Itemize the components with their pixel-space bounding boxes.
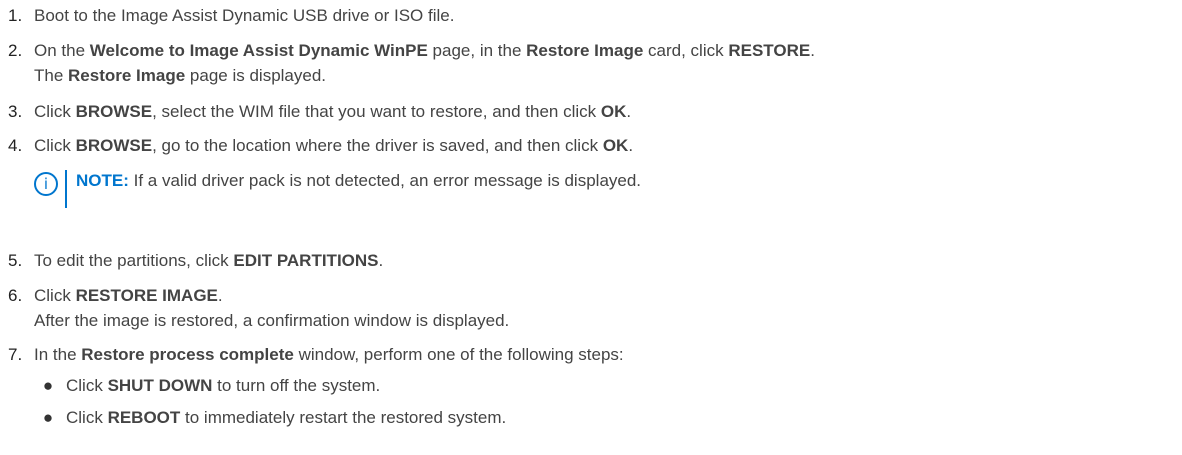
step-text: Boot to the Image Assist Dynamic USB dri… [34,4,1174,27]
step-text-segment: Click [34,286,76,305]
step-result: The Restore Image page is displayed. [34,64,1174,87]
ui-term: BROWSE [75,136,153,155]
note-body: If a valid driver pack is not detected, … [128,171,642,190]
ui-term: OK [602,136,629,155]
step-text: To edit the partitions, click EDIT PARTI… [34,249,1174,272]
step-text-segment: card, click [643,41,729,60]
bullet-text: Click SHUT DOWN to turn off the system. [66,376,380,396]
step-text-segment: . [626,102,632,121]
step-text-segment: window, perform one of the following ste… [293,345,624,364]
note-callout: i NOTE: If a valid driver pack is not de… [34,170,934,210]
step-text-segment: , go to the location where the driver is… [152,136,603,155]
step-number: 2. [8,41,23,60]
note-divider [65,170,67,208]
step-text-segment: . [628,136,634,155]
step-text: On the Welcome to Image Assist Dynamic W… [34,39,1174,87]
step-text: In the Restore process complete window, … [34,343,1174,366]
step-text-segment: Click [34,136,76,155]
ui-term: Restore Image [68,66,186,85]
note-text: NOTE: If a valid driver pack is not dete… [76,171,641,191]
step-text-segment: to turn off the system. [212,376,381,395]
step-text-segment: The [34,66,69,85]
ui-term: Welcome to Image Assist Dynamic WinPE [89,41,428,60]
step-text-segment: . [378,251,384,270]
bullet-icon: ● [42,408,54,427]
step-number: 1. [8,6,23,25]
ui-term: RESTORE [728,41,811,60]
ui-term: REBOOT [107,408,181,427]
step-text-segment: Click [66,376,108,395]
step-text-segment: On the [34,41,90,60]
bullet-icon: ● [42,376,54,395]
step-text: Click BROWSE, go to the location where t… [34,134,1174,157]
step-number: 4. [8,136,23,155]
step-text-segment: . [810,41,815,60]
step-number: 7. [8,345,23,364]
step-text-segment: Boot to the Image Assist Dynamic USB dri… [34,6,455,25]
step-text-segment: , select the WIM file that you want to r… [152,102,601,121]
step-text-segment: Click [66,408,108,427]
step-text: Click RESTORE IMAGE. After the image is … [34,284,1174,332]
step-number: 3. [8,102,23,121]
note-label: NOTE: [76,171,129,190]
step-text-segment: In the [34,345,82,364]
step-text-segment: page is displayed. [185,66,327,85]
step-text: Click BROWSE, select the WIM file that y… [34,100,1174,123]
step-text-segment: Click [34,102,76,121]
ui-term: RESTORE IMAGE [75,286,218,305]
ui-term: Restore Image [526,41,644,60]
step-number: 5. [8,251,23,270]
ui-term: OK [600,102,627,121]
bullet-text: Click REBOOT to immediately restart the … [66,408,506,428]
info-icon: i [34,172,58,196]
ui-term: BROWSE [75,102,153,121]
ui-term: EDIT PARTITIONS [233,251,379,270]
ui-term: Restore process complete [81,345,294,364]
step-text-segment: to immediately restart the restored syst… [180,408,507,427]
procedure-page: 1. Boot to the Image Assist Dynamic USB … [0,0,1182,455]
step-text-segment: . [217,286,223,305]
step-result: After the image is restored, a confirmat… [34,311,510,330]
step-number: 6. [8,286,23,305]
step-text-segment: page, in the [427,41,527,60]
step-text-segment: To edit the partitions, click [34,251,234,270]
ui-term: SHUT DOWN [107,376,213,395]
